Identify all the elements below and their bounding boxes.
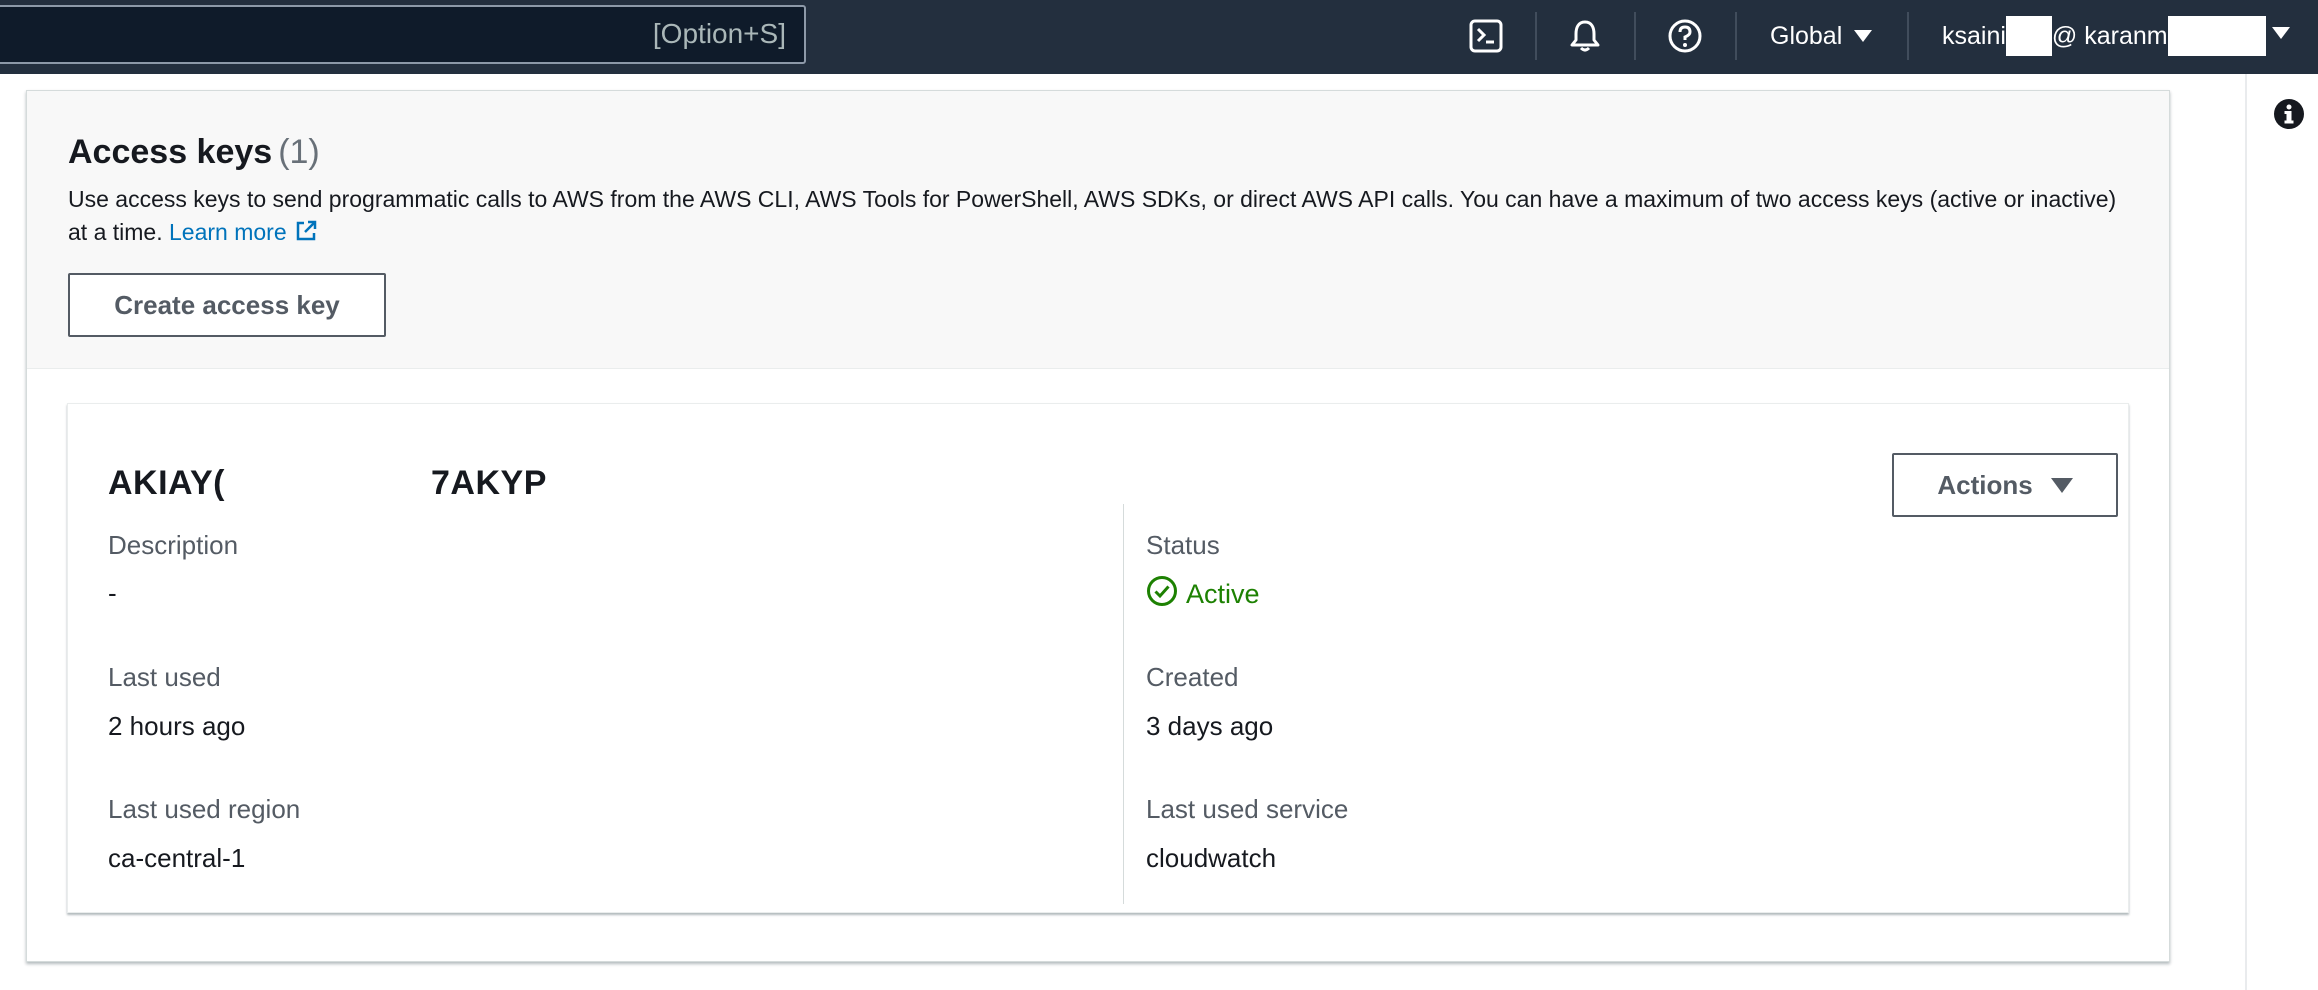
learn-more-link[interactable]: Learn more <box>169 219 319 245</box>
nav-divider <box>1907 12 1909 60</box>
cloudshell-icon[interactable] <box>1464 14 1508 58</box>
actions-button[interactable]: Actions <box>1892 453 2118 517</box>
create-access-key-button[interactable]: Create access key <box>68 273 386 337</box>
last-used-region-value: ca-central-1 <box>108 843 246 873</box>
access-key-id-suffix: 7AKYP <box>431 464 547 502</box>
description-value: - <box>108 578 117 608</box>
external-link-icon <box>293 218 319 253</box>
access-key-card: AKIAY( 7AKYP Actions Description - Last u… <box>67 403 2129 913</box>
panel-description-text: Use access keys to send programmatic cal… <box>68 186 2117 245</box>
search-input[interactable]: [Option+S] <box>0 5 806 64</box>
last-used-value: 2 hours ago <box>108 711 246 741</box>
access-keys-panel: Access keys (1) Use access keys to send p… <box>26 90 2170 962</box>
created-value: 3 days ago <box>1146 711 1274 741</box>
access-key-id: AKIAY( 7AKYP <box>108 464 547 503</box>
last-used-region-label: Last used region <box>108 794 301 824</box>
panel-title: Access keys (1) <box>68 133 320 172</box>
bell-icon[interactable] <box>1563 14 1607 58</box>
actions-button-label: Actions <box>1937 469 2033 500</box>
panel-title-text: Access keys <box>68 133 273 171</box>
info-icon[interactable] <box>2273 98 2305 135</box>
created-label: Created <box>1146 662 1239 692</box>
panel-count: (1) <box>278 133 320 171</box>
status-check-icon <box>1146 575 1178 614</box>
account-menu[interactable]: ksaini @ karanm <box>1942 16 2266 56</box>
panel-header: Access keys (1) Use access keys to send p… <box>27 91 2169 369</box>
nav-divider <box>1634 12 1636 60</box>
search-shortcut-hint: [Option+S] <box>652 18 786 49</box>
panel-description: Use access keys to send programmatic cal… <box>68 183 2128 253</box>
description-label: Description <box>108 530 239 560</box>
learn-more-label: Learn more <box>169 219 287 245</box>
column-divider <box>1123 504 1124 904</box>
redaction-box <box>2167 16 2266 56</box>
account-alias: @ karanm <box>2051 21 2168 50</box>
top-navigation-bar: [Option+S] Global ksaini @ karanm <box>0 0 2318 74</box>
account-username: ksaini <box>1942 21 2006 50</box>
region-label: Global <box>1770 21 1843 50</box>
help-icon[interactable] <box>1663 14 1707 58</box>
chevron-down-icon <box>2050 477 2073 493</box>
access-key-id-prefix: AKIAY( <box>108 464 225 502</box>
nav-divider <box>1735 12 1737 60</box>
side-tools-rail <box>2245 74 2318 990</box>
status-badge: Active <box>1146 575 1260 614</box>
redaction-box <box>2005 16 2052 56</box>
status-label: Status <box>1146 530 1220 560</box>
nav-divider <box>1535 12 1537 60</box>
region-selector[interactable]: Global <box>1770 18 1873 54</box>
status-value: Active <box>1186 578 1260 609</box>
last-used-label: Last used <box>108 662 221 692</box>
last-used-service-value: cloudwatch <box>1146 843 1277 873</box>
last-used-service-label: Last used service <box>1146 794 1349 824</box>
chevron-down-icon <box>1854 30 1873 42</box>
chevron-down-icon[interactable] <box>2272 27 2290 39</box>
